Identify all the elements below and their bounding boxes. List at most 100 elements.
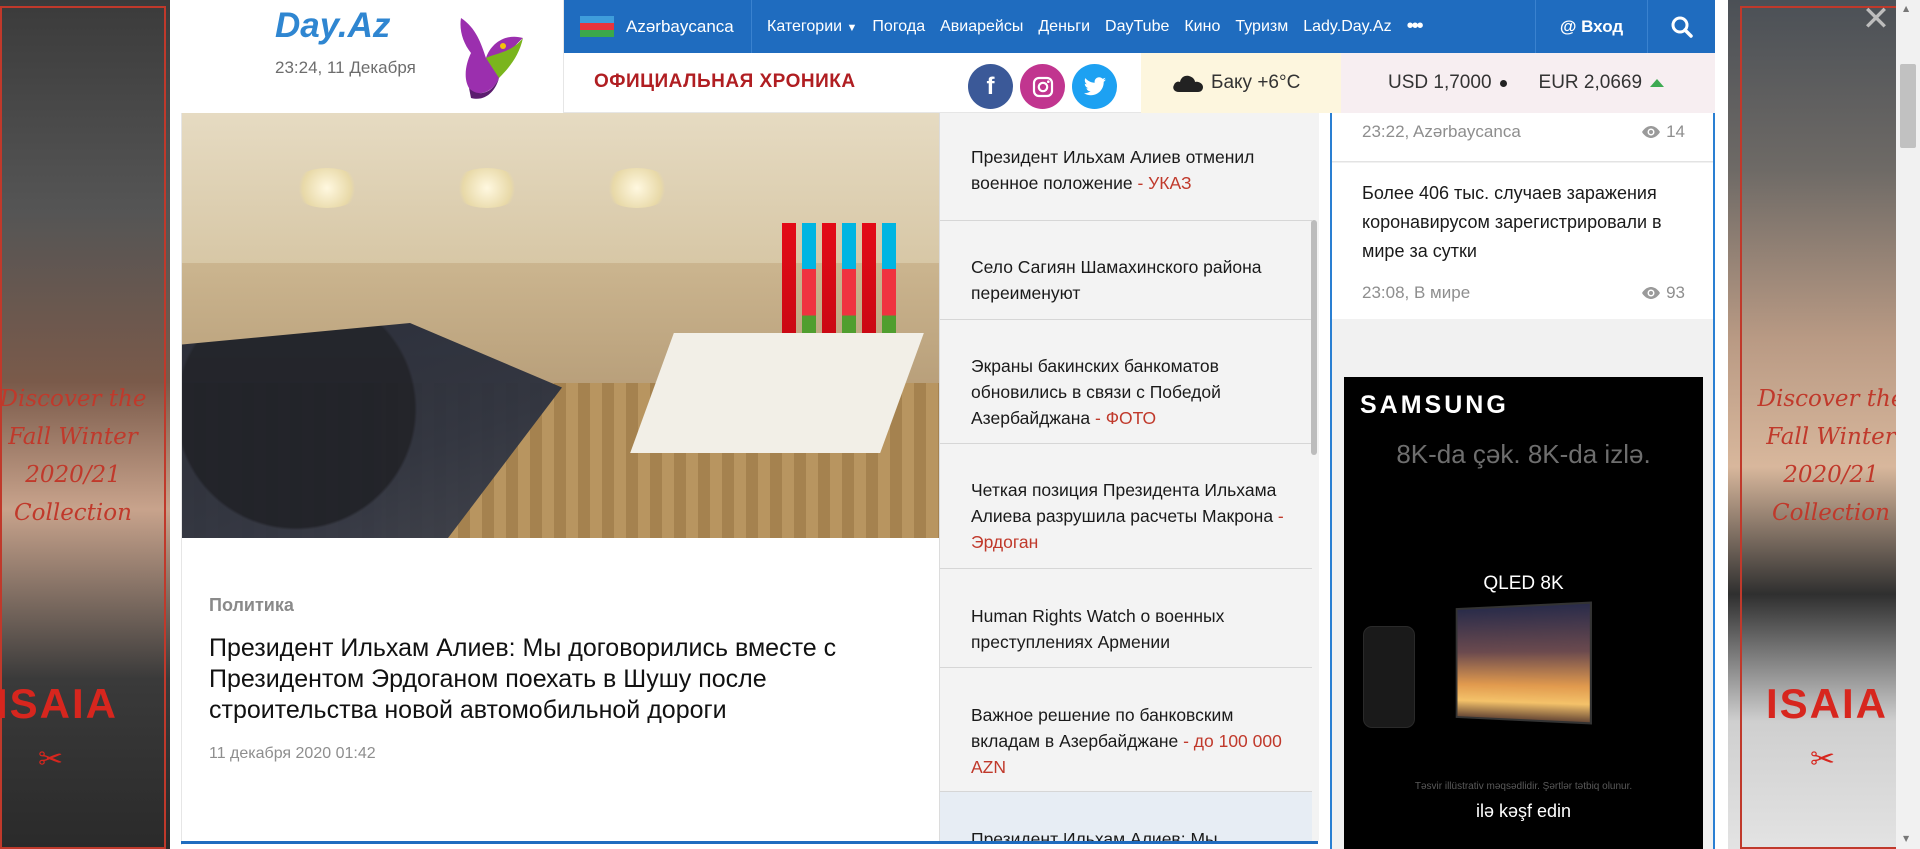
nav-tourism[interactable]: Туризм xyxy=(1235,18,1288,36)
nav-money[interactable]: Деньги xyxy=(1038,18,1090,36)
list-item[interactable]: Президент Ильхам Алиев отменил военное п… xyxy=(940,113,1312,221)
ad-copy: Discover the Fall Winter 2020/21 Collect… xyxy=(0,380,158,532)
ad-copy-line: Fall Winter xyxy=(1766,424,1896,450)
nav-daytube[interactable]: DayTube xyxy=(1105,18,1169,36)
view-count-value: 93 xyxy=(1666,283,1685,302)
nav-cinema[interactable]: Кино xyxy=(1184,18,1220,36)
left-side-ad[interactable]: Discover the Fall Winter 2020/21 Collect… xyxy=(0,0,170,849)
twitter-icon xyxy=(1083,76,1106,95)
list-item[interactable]: 23:22, Azərbaycanca 14 xyxy=(1332,113,1713,162)
article-date: 11 декабря 2020 01:42 xyxy=(209,745,376,762)
chandelier-shape xyxy=(452,168,522,208)
list-item[interactable]: Экраны бакинских банкоматов обновились в… xyxy=(940,320,1312,444)
news-meta: 23:08, В мире xyxy=(1362,283,1471,302)
list-item[interactable]: Четкая позиция Президента Ильхама Алиева… xyxy=(940,444,1312,569)
news-text: Президент Ильхам Алиев: Мы xyxy=(971,829,1218,841)
samsung-ad-banner[interactable]: SAMSUNG 8K-da çək. 8K-da izlə. QLED 8K T… xyxy=(1344,377,1703,849)
ad-copy-line: 2020/21 xyxy=(1783,462,1879,488)
cloud-icon xyxy=(1173,75,1203,92)
search-button[interactable] xyxy=(1648,0,1715,53)
news-list: Президент Ильхам Алиев отменил военное п… xyxy=(939,113,1319,841)
latest-news-column: 23:22, Azərbaycanca 14 Более 406 тыс. сл… xyxy=(1330,113,1715,849)
rate-up-icon xyxy=(1650,79,1665,87)
ad-brand: ISAIA xyxy=(0,680,119,727)
close-ad-icon[interactable]: ✕ xyxy=(1858,2,1894,38)
nav-flights[interactable]: Авиарейсы xyxy=(940,18,1023,36)
chandelier-shape xyxy=(602,168,672,208)
ad-copy-line: Fall Winter xyxy=(8,424,138,450)
azerbaijan-flag-icon xyxy=(580,15,614,38)
weather-widget[interactable]: Баку +6°C xyxy=(1141,53,1341,113)
instagram-button[interactable] xyxy=(1020,64,1065,109)
featured-article[interactable]: Политика Президент Ильхам Алиев: Мы дого… xyxy=(181,113,940,845)
usd-label: USD 1,7000 xyxy=(1388,72,1492,93)
ad-brand: SAMSUNG xyxy=(1360,391,1509,419)
more-menu-icon[interactable]: ••• xyxy=(1407,15,1424,38)
news-list-scrollbar[interactable] xyxy=(1311,220,1317,455)
official-chronicle-link[interactable]: ОФИЦИАЛЬНАЯ ХРОНИКА xyxy=(594,71,856,93)
news-tag: - ФОТО xyxy=(1090,408,1157,428)
brand-mark-icon: ✂ xyxy=(38,742,64,777)
eye-icon xyxy=(1642,126,1661,138)
photo-desk xyxy=(630,333,924,453)
unchanged-dot-icon xyxy=(1499,79,1507,87)
nav-lady[interactable]: Lady.Day.Az xyxy=(1303,18,1391,36)
site-logo[interactable]: Day.Az xyxy=(275,6,390,46)
section-divider xyxy=(181,841,1318,844)
view-count: 14 xyxy=(1641,122,1685,142)
news-tag: - УКАЗ xyxy=(1132,173,1192,193)
nav-label: Категории xyxy=(767,17,843,35)
news-text: Human Rights Watch о военных преступлени… xyxy=(971,606,1225,652)
bird-logo-icon xyxy=(460,18,523,99)
news-meta: 23:22, Azərbaycanca xyxy=(1362,122,1521,141)
nav-weather[interactable]: Погода xyxy=(872,18,925,36)
phone-image xyxy=(1364,627,1414,727)
eur-rate: EUR 2,0669 xyxy=(1539,72,1665,94)
main-nav: Категории ▼ Погода Авиарейсы Деньги DayT… xyxy=(752,0,1424,53)
article-headline[interactable]: Президент Ильхам Алиев: Мы договорились … xyxy=(209,633,929,726)
page: Discover the Fall Winter 2020/21 Collect… xyxy=(0,0,1920,849)
list-item[interactable]: Важное решение по банковским вкладам в А… xyxy=(940,668,1312,792)
ad-copy-line: Collection xyxy=(1772,500,1890,526)
sub-bar: ОФИЦИАЛЬНАЯ ХРОНИКА f Баку +6°C USD 1,70… xyxy=(564,53,1715,113)
language-switch[interactable]: Azərbaycanca xyxy=(564,0,752,53)
scroll-down-icon[interactable]: ▼ xyxy=(1903,834,1909,843)
list-item[interactable]: Более 406 тыс. случаев заражения коронав… xyxy=(1332,163,1713,319)
chevron-down-icon: ▼ xyxy=(846,21,858,34)
scroll-up-icon[interactable]: ▲ xyxy=(1903,4,1909,13)
news-text: Президент Ильхам Алиев отменил военное п… xyxy=(971,147,1255,193)
view-count: 93 xyxy=(1641,283,1685,303)
eur-label: EUR 2,0669 xyxy=(1538,72,1643,93)
weather-label: Баку +6°C xyxy=(1211,72,1301,93)
ad-slogan: 8K-da çək. 8K-da izlə. xyxy=(1396,439,1651,469)
nav-categories[interactable]: Категории ▼ xyxy=(767,18,857,36)
ad-brand: ISAIA xyxy=(1766,680,1889,727)
list-item[interactable]: Human Rights Watch о военных преступлени… xyxy=(940,569,1312,668)
news-text: Село Сагиян Шамахинского района переимен… xyxy=(971,257,1262,303)
twitter-button[interactable] xyxy=(1072,64,1117,109)
header-datetime: 23:24, 11 Декабря xyxy=(275,58,416,77)
facebook-icon: f xyxy=(986,72,995,100)
list-item[interactable]: Село Сагиян Шамахинского района переимен… xyxy=(940,221,1312,320)
language-label: Azərbaycanca xyxy=(626,16,734,36)
right-side-ad[interactable]: Discover the Fall Winter 2020/21 Collect… xyxy=(1728,0,1920,849)
scrollbar-thumb[interactable] xyxy=(1900,64,1916,148)
chandelier-shape xyxy=(292,168,362,208)
article-category[interactable]: Политика xyxy=(209,595,294,616)
tv-image xyxy=(1457,603,1590,723)
list-item[interactable]: Президент Ильхам Алиев: Мы xyxy=(940,792,1312,841)
brand-mark-icon: ✂ xyxy=(1810,742,1836,777)
top-nav-bar: Azərbaycanca Категории ▼ Погода Авиарейс… xyxy=(564,0,1715,53)
ad-copy: Discover the Fall Winter 2020/21 Collect… xyxy=(1746,380,1916,532)
news-title: Более 406 тыс. случаев заражения коронав… xyxy=(1362,183,1662,261)
news-text: Четкая позиция Президента Ильхама Алиева… xyxy=(971,480,1277,526)
page-scrollbar[interactable]: ▲ ▼ xyxy=(1896,0,1920,849)
currency-widget[interactable]: USD 1,7000 EUR 2,0669 xyxy=(1341,53,1715,113)
ad-cta[interactable]: ilə kəşf edin xyxy=(1344,801,1703,822)
facebook-button[interactable]: f xyxy=(968,64,1013,109)
ad-copy-line: Discover the xyxy=(0,386,147,412)
login-button[interactable]: @ Вход xyxy=(1535,0,1648,53)
featured-photo[interactable] xyxy=(182,113,940,538)
ad-copy-line: 2020/21 xyxy=(25,462,121,488)
logo-block: Day.Az 23:24, 11 Декабря xyxy=(181,0,564,113)
